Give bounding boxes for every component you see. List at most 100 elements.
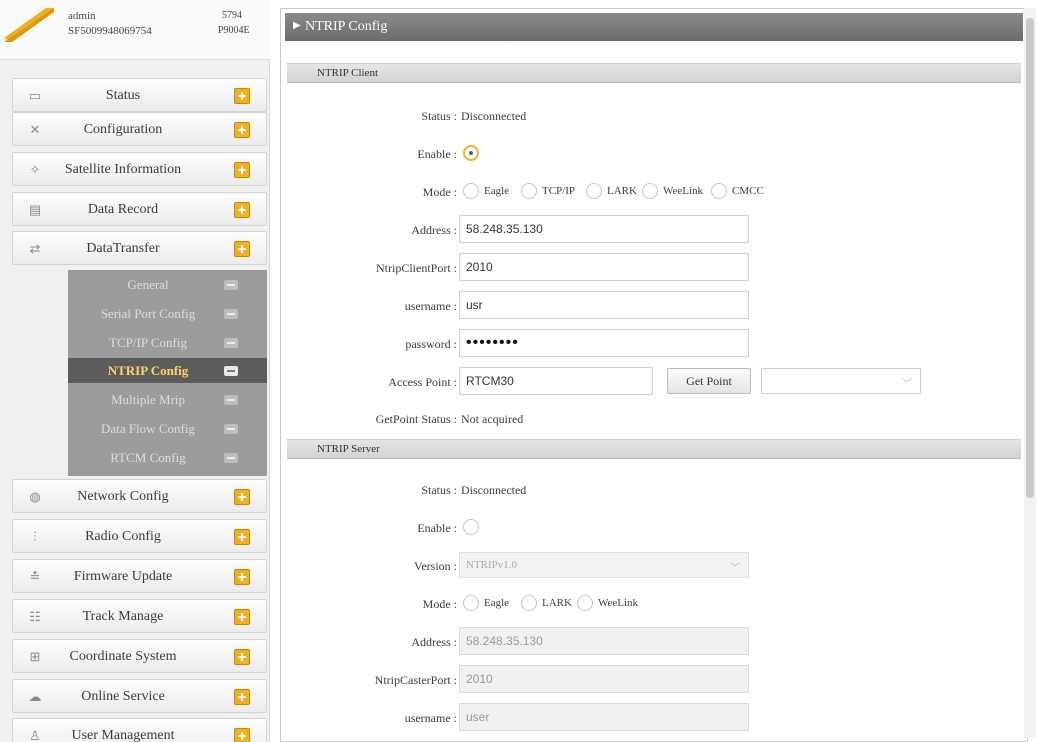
datatransfer-submenu: General Serial Port Config TCP/IP Config… (68, 270, 267, 476)
sidebar-item-coordinate-system[interactable]: ⊞ Coordinate System (12, 639, 267, 673)
collapse-icon (224, 280, 238, 290)
scrollbar-thumb[interactable] (1026, 18, 1034, 498)
sidebar-item-label: Firmware Update (73, 569, 173, 584)
server-username-input[interactable] (459, 703, 749, 731)
client-access-point-input[interactable] (459, 367, 653, 395)
server-version-value: NTRIPv1.0 (466, 559, 518, 571)
sidebar-item-satellite-information[interactable]: ✧ Satellite Information (12, 152, 267, 186)
expand-icon[interactable] (234, 689, 250, 705)
server-mode-eagle-label: Eagle (484, 597, 510, 609)
access-point-select[interactable]: ﹀ (761, 368, 921, 394)
client-mode-label: Mode : (422, 185, 457, 199)
expand-icon[interactable] (234, 529, 250, 545)
page-title: NTRIP Config (305, 19, 388, 34)
server-enable-label: Enable : (417, 521, 457, 535)
user-info-panel: admin SF5009948069754 5794 P9004E (0, 0, 270, 60)
expand-icon[interactable] (234, 569, 250, 585)
client-mode-weelink-radio[interactable] (642, 183, 658, 199)
collapse-icon (224, 309, 238, 319)
brand-logo-icon (4, 8, 54, 42)
server-port-input[interactable] (459, 665, 749, 693)
collapse-icon (224, 453, 238, 463)
expand-icon[interactable] (234, 162, 250, 178)
submenu-item-serial-port-config[interactable]: Serial Port Config (68, 301, 267, 326)
submenu-item-rtcm-config[interactable]: RTCM Config (68, 445, 267, 470)
server-mode-weelink-radio[interactable] (577, 595, 593, 611)
submenu-item-data-flow-config[interactable]: Data Flow Config (68, 416, 267, 441)
ntrip-server-header: NTRIP Server (287, 439, 1021, 459)
sidebar-item-user-management[interactable]: ♙ User Management (12, 718, 267, 742)
expand-icon[interactable] (234, 489, 250, 505)
expand-icon[interactable] (234, 609, 250, 625)
expand-icon[interactable] (234, 122, 250, 138)
device-code: 5794 (222, 10, 242, 21)
submenu-item-label: General (127, 277, 169, 292)
client-port-input[interactable] (459, 253, 749, 281)
collapse-icon (224, 424, 238, 434)
submenu-item-label: RTCM Config (110, 450, 186, 465)
submenu-item-ntrip-config[interactable]: NTRIP Config (68, 358, 267, 383)
sidebar-item-label: Configuration (83, 122, 163, 137)
client-mode-eagle-label: Eagle (484, 185, 510, 197)
server-status-label: Status : (421, 483, 457, 497)
get-point-button[interactable]: Get Point (667, 368, 751, 394)
client-mode-lark-radio[interactable] (586, 183, 602, 199)
client-username-input[interactable] (459, 291, 749, 319)
server-version-select[interactable]: NTRIPv1.0 ﹀ (459, 552, 749, 578)
section-title: NTRIP Server (317, 443, 380, 455)
sidebar-item-data-record[interactable]: ▤ Data Record (12, 192, 267, 226)
client-mode-tcpip-radio[interactable] (521, 183, 537, 199)
client-mode-eagle-radio[interactable] (463, 183, 479, 199)
client-mode-weelink-label: WeeLink (663, 185, 704, 197)
server-address-input[interactable] (459, 627, 749, 655)
sidebar-item-status[interactable]: ▭ Status (12, 78, 267, 112)
client-address-label: Address : (411, 223, 457, 237)
server-mode-eagle-radio[interactable] (463, 595, 479, 611)
user-name: admin (68, 10, 96, 22)
client-enable-toggle[interactable] (463, 145, 479, 161)
collapse-icon (224, 395, 238, 405)
submenu-item-multiple-mrip[interactable]: Multiple Mrip (68, 387, 267, 412)
submenu-item-tcpip-config[interactable]: TCP/IP Config (68, 330, 267, 355)
sidebar-item-radio-config[interactable]: ⫶ Radio Config (12, 519, 267, 553)
expand-icon[interactable] (234, 241, 250, 257)
server-mode-lark-radio[interactable] (521, 595, 537, 611)
sidebar-item-label: Online Service (81, 689, 165, 704)
client-status-label: Status : (421, 109, 457, 123)
submenu-item-general[interactable]: General (68, 272, 267, 297)
client-password-input[interactable]: •••••••• (459, 329, 749, 357)
expand-icon[interactable] (234, 88, 250, 104)
sidebar-item-track-manage[interactable]: ☷ Track Manage (12, 599, 267, 633)
main-scrollbar[interactable] (1024, 8, 1036, 738)
collapse-icon (224, 366, 238, 376)
client-mode-cmcc-label: CMCC (732, 185, 764, 197)
server-enable-toggle[interactable] (463, 519, 479, 535)
sidebar-item-datatransfer[interactable]: ⇄ DataTransfer (12, 231, 267, 265)
server-mode-label: Mode : (422, 597, 457, 611)
ntrip-client-header: NTRIP Client (287, 63, 1021, 83)
section-title: NTRIP Client (317, 67, 379, 79)
client-address-input[interactable] (459, 215, 749, 243)
client-mode-tcpip-label: TCP/IP (542, 185, 576, 197)
client-mode-cmcc-radio[interactable] (711, 183, 727, 199)
sidebar-item-label: Track Manage (82, 609, 164, 624)
server-username-label: username : (404, 711, 457, 725)
sidebar-item-network-config[interactable]: ◍ Network Config (12, 479, 267, 513)
submenu-item-label: NTRIP Config (107, 363, 189, 378)
client-username-label: username : (404, 299, 457, 313)
sidebar-item-online-service[interactable]: ☁ Online Service (12, 679, 267, 713)
submenu-item-label: Multiple Mrip (110, 392, 186, 407)
expand-icon[interactable] (234, 728, 250, 742)
server-port-label: NtripCasterPort : (374, 673, 457, 687)
getpoint-status-value: Not acquired (461, 412, 524, 426)
submenu-item-label: Serial Port Config (100, 306, 196, 321)
expand-icon[interactable] (234, 202, 250, 218)
sidebar-item-label: Network Config (77, 489, 169, 504)
sidebar-item-firmware-update[interactable]: ≛ Firmware Update (12, 559, 267, 593)
sidebar-item-label: Coordinate System (69, 649, 177, 664)
expand-icon[interactable] (234, 649, 250, 665)
server-version-label: Version : (414, 559, 457, 573)
sidebar-item-configuration[interactable]: ✕ Configuration (12, 112, 267, 146)
submenu-item-label: TCP/IP Config (109, 335, 187, 350)
chevron-right-icon: ▶ (293, 20, 301, 31)
